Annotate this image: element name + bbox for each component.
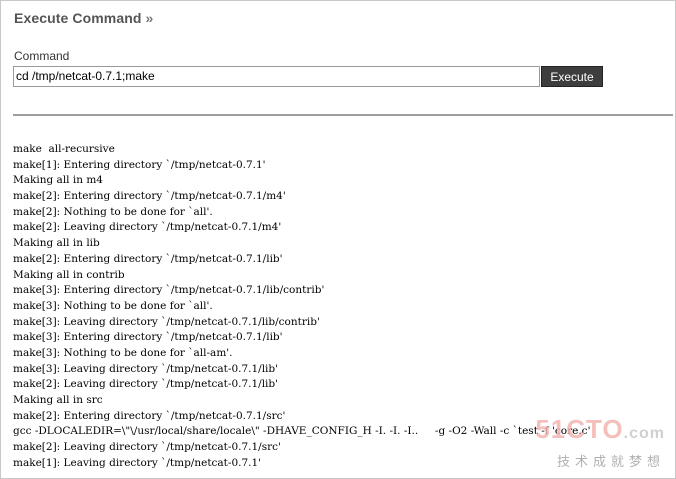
output-line: make[2]: Entering directory `/tmp/netcat…	[13, 190, 286, 203]
command-input[interactable]	[13, 66, 540, 87]
output-line: make[2]: Leaving directory `/tmp/netcat-…	[13, 378, 279, 391]
execute-button[interactable]: Execute	[541, 66, 603, 87]
output-line: Making all in lib	[13, 237, 100, 250]
output-line: Making all in m4	[13, 174, 103, 187]
page-title: Execute Command »	[14, 10, 153, 26]
output-line: make all-recursive	[13, 143, 115, 155]
execute-command-panel: Execute Command » Command Execute make a…	[0, 0, 676, 479]
command-output: make all-recursive make[1]: Entering dire…	[13, 142, 590, 471]
command-label: Command	[14, 49, 70, 63]
output-line: make[3]: Entering directory `/tmp/netcat…	[13, 284, 325, 297]
output-line: make[3]: Nothing to be done for `all-am'…	[13, 346, 233, 359]
output-line: make[2]: Entering directory `/tmp/netcat…	[13, 252, 283, 265]
output-line: make[3]: Nothing to be done for `all'.	[13, 299, 213, 312]
page-title-text: Execute Command	[14, 10, 142, 26]
output-line: Making all in src	[13, 394, 103, 406]
output-line: make[1]: Leaving directory `/tmp/netcat-…	[13, 456, 262, 469]
output-line: gcc -DLOCALEDIR=\"\/usr/local/share/loca…	[13, 425, 591, 438]
title-raquo-icon: »	[145, 10, 154, 26]
output-line: make[2]: Nothing to be done for `all'.	[13, 205, 213, 218]
output-line: make[2]: Entering directory `/tmp/netcat…	[13, 409, 286, 422]
output-line: make[3]: Leaving directory `/tmp/netcat-…	[13, 315, 320, 328]
output-line: make[2]: Leaving directory `/tmp/netcat-…	[13, 441, 281, 454]
output-line: make[1]: Entering directory `/tmp/netcat…	[13, 158, 266, 171]
output-line: Making all in contrib	[13, 268, 125, 281]
output-line: make[2]: Leaving directory `/tmp/netcat-…	[13, 221, 282, 234]
divider	[13, 114, 673, 116]
output-line: make[3]: Entering directory `/tmp/netcat…	[13, 331, 283, 344]
output-line: make[3]: Leaving directory `/tmp/netcat-…	[13, 362, 279, 375]
